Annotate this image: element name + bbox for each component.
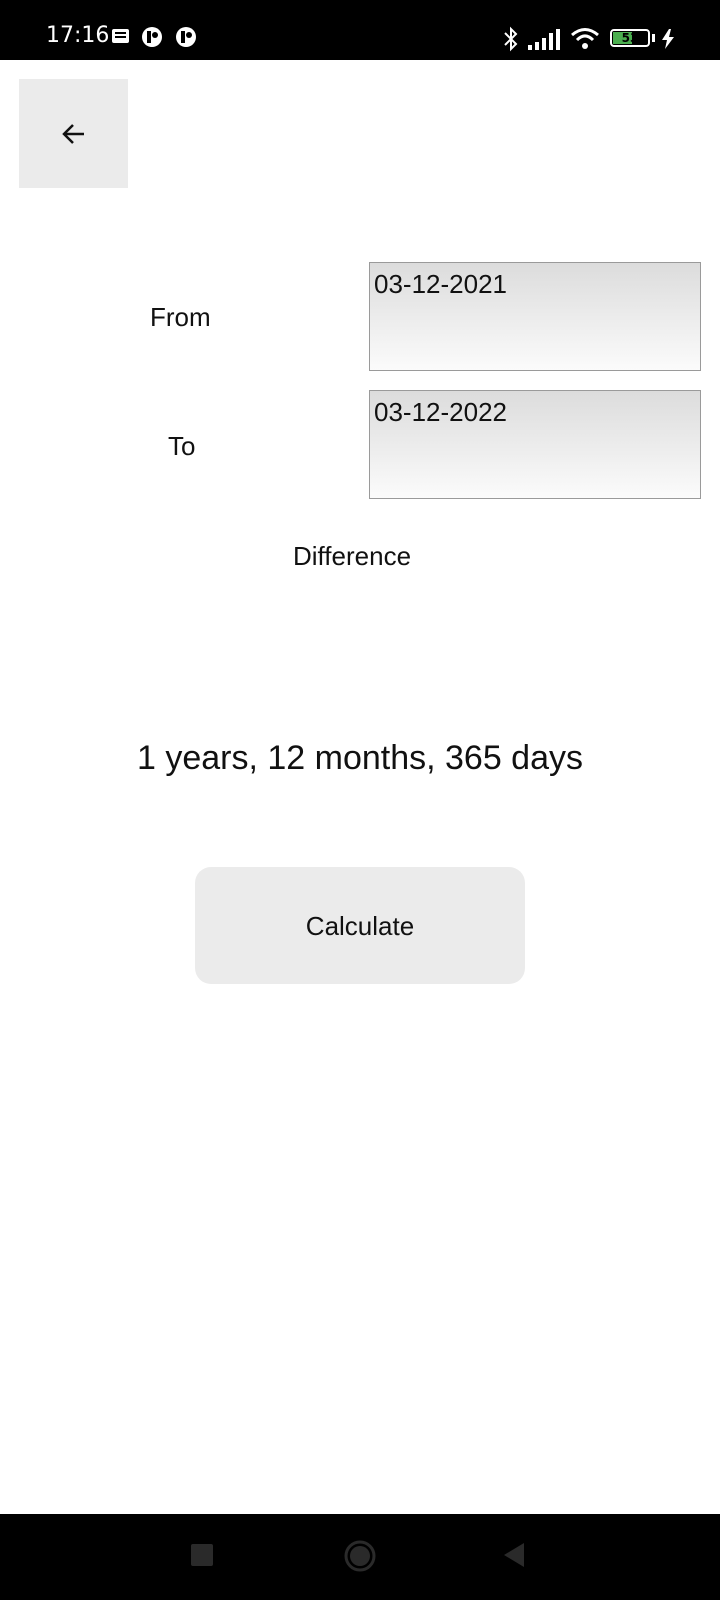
battery-icon: 53 — [610, 29, 650, 47]
wifi-icon — [570, 26, 600, 55]
navigation-bar — [0, 1514, 720, 1600]
difference-label: Difference — [293, 541, 412, 571]
from-date-field[interactable]: 03-12-2021 — [369, 262, 701, 371]
home-icon[interactable] — [344, 1540, 376, 1577]
recents-icon[interactable] — [191, 1544, 213, 1566]
signal-icon — [528, 28, 562, 55]
app-icon — [175, 26, 197, 53]
arrow-left-icon — [62, 124, 84, 144]
back-button[interactable] — [19, 79, 128, 188]
to-date-value: 03-12-2022 — [374, 397, 507, 427]
to-label: To — [168, 431, 196, 461]
to-date-field[interactable]: 03-12-2022 — [369, 390, 701, 499]
bluetooth-icon — [503, 26, 519, 57]
calculate-button-label: Calculate — [305, 911, 415, 941]
notification-icon — [111, 26, 131, 51]
battery-cap — [652, 34, 655, 42]
status-time: 17:16 — [46, 23, 110, 48]
charging-icon — [661, 29, 675, 54]
from-label: From — [150, 302, 211, 332]
battery-level: 53 — [621, 31, 639, 45]
back-icon[interactable] — [503, 1542, 525, 1573]
app-icon — [141, 26, 163, 53]
from-date-value: 03-12-2021 — [374, 269, 507, 299]
calculate-button[interactable]: Calculate — [195, 867, 525, 984]
status-bar: 17:16 53 — [0, 0, 720, 60]
result-text: 1 years, 12 months, 365 days — [136, 739, 584, 777]
